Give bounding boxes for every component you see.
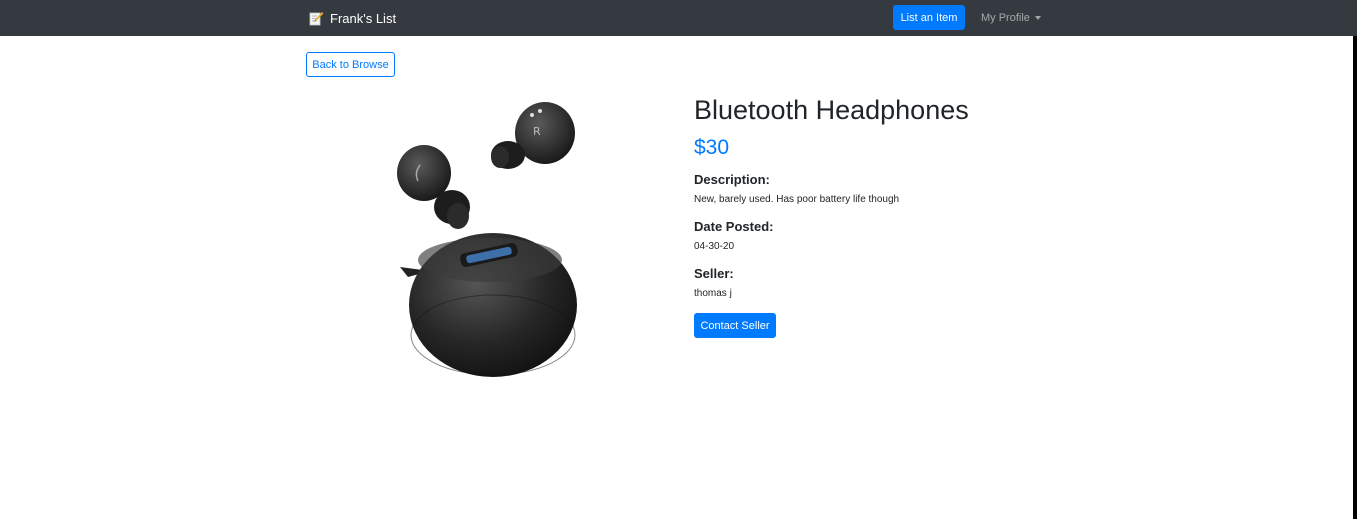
product-title: Bluetooth Headphones [694,95,969,125]
brand-link[interactable]: Frank's List [309,9,396,27]
seller-label: Seller: [694,266,734,281]
contact-seller-button[interactable]: Contact Seller [694,313,776,338]
back-to-browse-button[interactable]: Back to Browse [306,52,395,77]
brand-label: Frank's List [330,10,397,26]
description-text: New, barely used. Has poor battery life … [694,194,900,205]
my-profile-dropdown[interactable]: My Profile [981,11,1041,25]
svg-text:R: R [533,125,541,138]
my-profile-label: My Profile [981,12,1030,24]
seller-name: thomas j [694,288,732,299]
product-price: $30 [694,136,730,159]
date-posted-value: 04-30-20 [694,241,735,252]
list-an-item-button[interactable]: List an Item [893,5,965,30]
caret-down-icon [1034,16,1041,20]
memo-icon [309,11,324,26]
window-edge [1353,36,1357,519]
date-posted-label: Date Posted: [694,219,774,234]
description-label: Description: [694,172,770,187]
navbar: Frank's List List an Item My Profile [0,0,1357,36]
product-image: R [390,95,590,385]
